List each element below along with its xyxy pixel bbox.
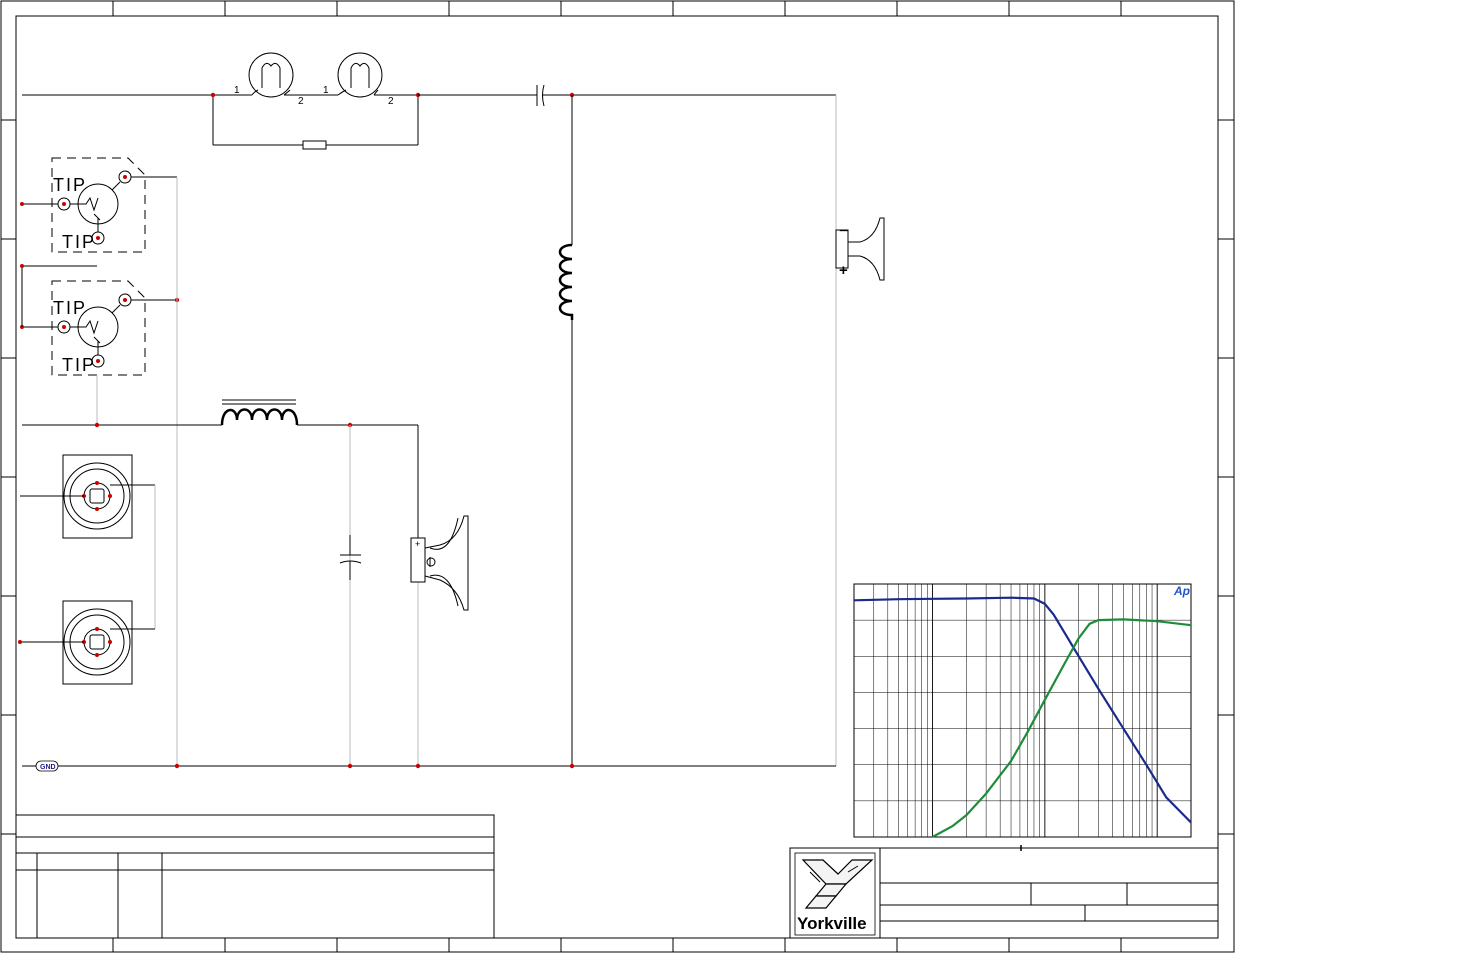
lamp-icon (337, 52, 418, 98)
tweeter-plus-label: + (839, 262, 848, 279)
ground-rail: GND (22, 760, 836, 772)
inductor-icon (558, 243, 574, 320)
woofer-plus-label: + (415, 539, 420, 549)
jack1-tip-label-bottom: TIP (62, 232, 96, 252)
lamp1-pin1-label: 1 (234, 85, 240, 96)
yorkville-logo-icon: Yorkville (794, 852, 876, 936)
lamp2-pin2-label: 2 (388, 96, 394, 107)
title-block: Yorkville (789, 847, 1219, 939)
schematic-sheet: 1 2 1 2 − + TIP TIP TIP TIP + GND Yorkvi… (0, 0, 1235, 953)
lamp1-pin2-label: 2 (298, 96, 304, 107)
capacitor-icon (536, 84, 545, 107)
jack-wiring (20, 177, 178, 766)
logo-text: Yorkville (797, 914, 867, 933)
lamp-icon (213, 52, 338, 98)
high-pass-section (418, 84, 837, 766)
node-dot (210, 92, 216, 98)
phone-jack-2: TIP TIP (20, 280, 180, 376)
speakon-connector-1 (20, 454, 156, 629)
tweeter-minus-label: − (839, 223, 848, 240)
frequency-response-chart: Ap (853, 583, 1192, 851)
ground-label: GND (40, 764, 56, 771)
node-dot (94, 422, 100, 428)
phone-jack-1: TIP TIP (20, 157, 177, 253)
chart-plot-area (853, 583, 1192, 838)
ap-badge: Ap (1173, 584, 1190, 598)
lamp2-pin1-label: 1 (323, 85, 329, 96)
woofer-icon: + (410, 515, 469, 611)
resistor-icon (302, 140, 327, 150)
lamp-protection-network: 1 2 1 2 (22, 52, 421, 150)
horn-tweeter-icon: − + (835, 217, 885, 281)
jack2-tip-label-bottom: TIP (62, 355, 96, 375)
speakon-connector-2 (18, 600, 155, 685)
inductor-icon (220, 399, 299, 426)
revision-block (15, 814, 495, 939)
